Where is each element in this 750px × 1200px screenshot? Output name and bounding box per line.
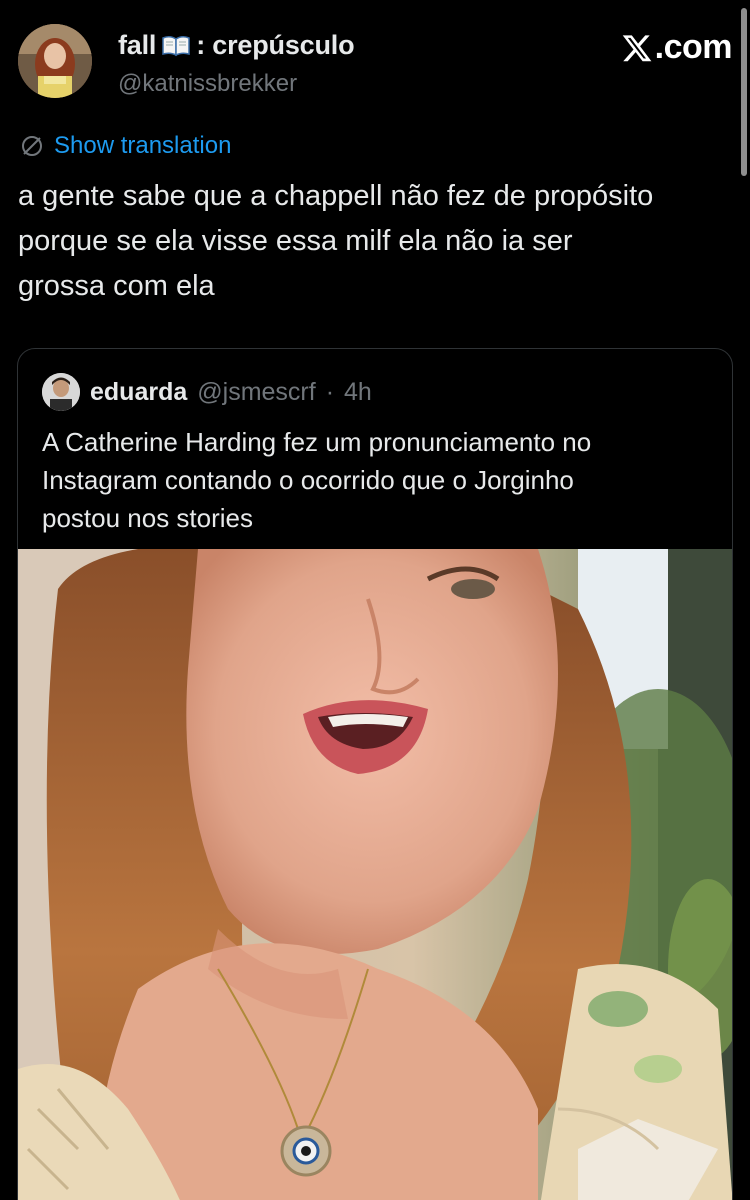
quoted-text-line: postou nos stories: [42, 503, 254, 533]
author-name-suffix: : crepúsculo: [196, 30, 355, 60]
x-logo-icon: [622, 34, 652, 61]
tweet-header: fall : crepúsculo @katnissbrekker .com: [18, 22, 733, 112]
translate-globe-icon: [20, 134, 44, 158]
author-name[interactable]: fall : crepúsculo: [118, 30, 355, 61]
tweet-text-line: porque se ela visse essa milf ela não ia…: [18, 225, 573, 257]
author-avatar[interactable]: [18, 24, 92, 98]
quoted-tweet-header: eduarda @jsmescrf · 4h: [42, 373, 372, 411]
book-emoji-icon: [161, 35, 191, 57]
quoted-author-name[interactable]: eduarda: [90, 378, 187, 407]
site-label: .com: [654, 28, 733, 66]
quoted-separator: ·: [325, 377, 335, 406]
quoted-text-line: Instagram contando o ocorrido que o Jorg…: [42, 465, 574, 495]
show-translation-link[interactable]: Show translation: [20, 132, 231, 160]
tweet-text-line: grossa com ela: [18, 270, 215, 302]
quoted-tweet-text: A Catherine Harding fez um pronunciament…: [42, 423, 712, 537]
quoted-tweet-media[interactable]: [18, 549, 732, 1200]
tweet-screenshot: fall : crepúsculo @katnissbrekker .com S…: [0, 0, 750, 1200]
quoted-tweet-card[interactable]: eduarda @jsmescrf · 4h A Catherine Hardi…: [17, 348, 733, 1200]
quoted-text-line: A Catherine Harding fez um pronunciament…: [42, 427, 592, 457]
quoted-author-avatar[interactable]: [42, 373, 80, 411]
tweet-text: a gente sabe que a chappell não fez de p…: [18, 174, 738, 309]
x-logo: .com: [620, 28, 733, 67]
author-name-prefix: fall: [118, 30, 157, 60]
scrollbar[interactable]: [741, 8, 747, 176]
media-photo: [18, 549, 732, 1200]
show-translation-label: Show translation: [54, 132, 232, 159]
tweet-text-line: a gente sabe que a chappell não fez de p…: [18, 180, 654, 212]
author-handle[interactable]: @katnissbrekker: [118, 70, 297, 98]
quoted-author-handle[interactable]: @jsmescrf: [197, 378, 315, 407]
quoted-timestamp[interactable]: 4h: [344, 378, 372, 407]
